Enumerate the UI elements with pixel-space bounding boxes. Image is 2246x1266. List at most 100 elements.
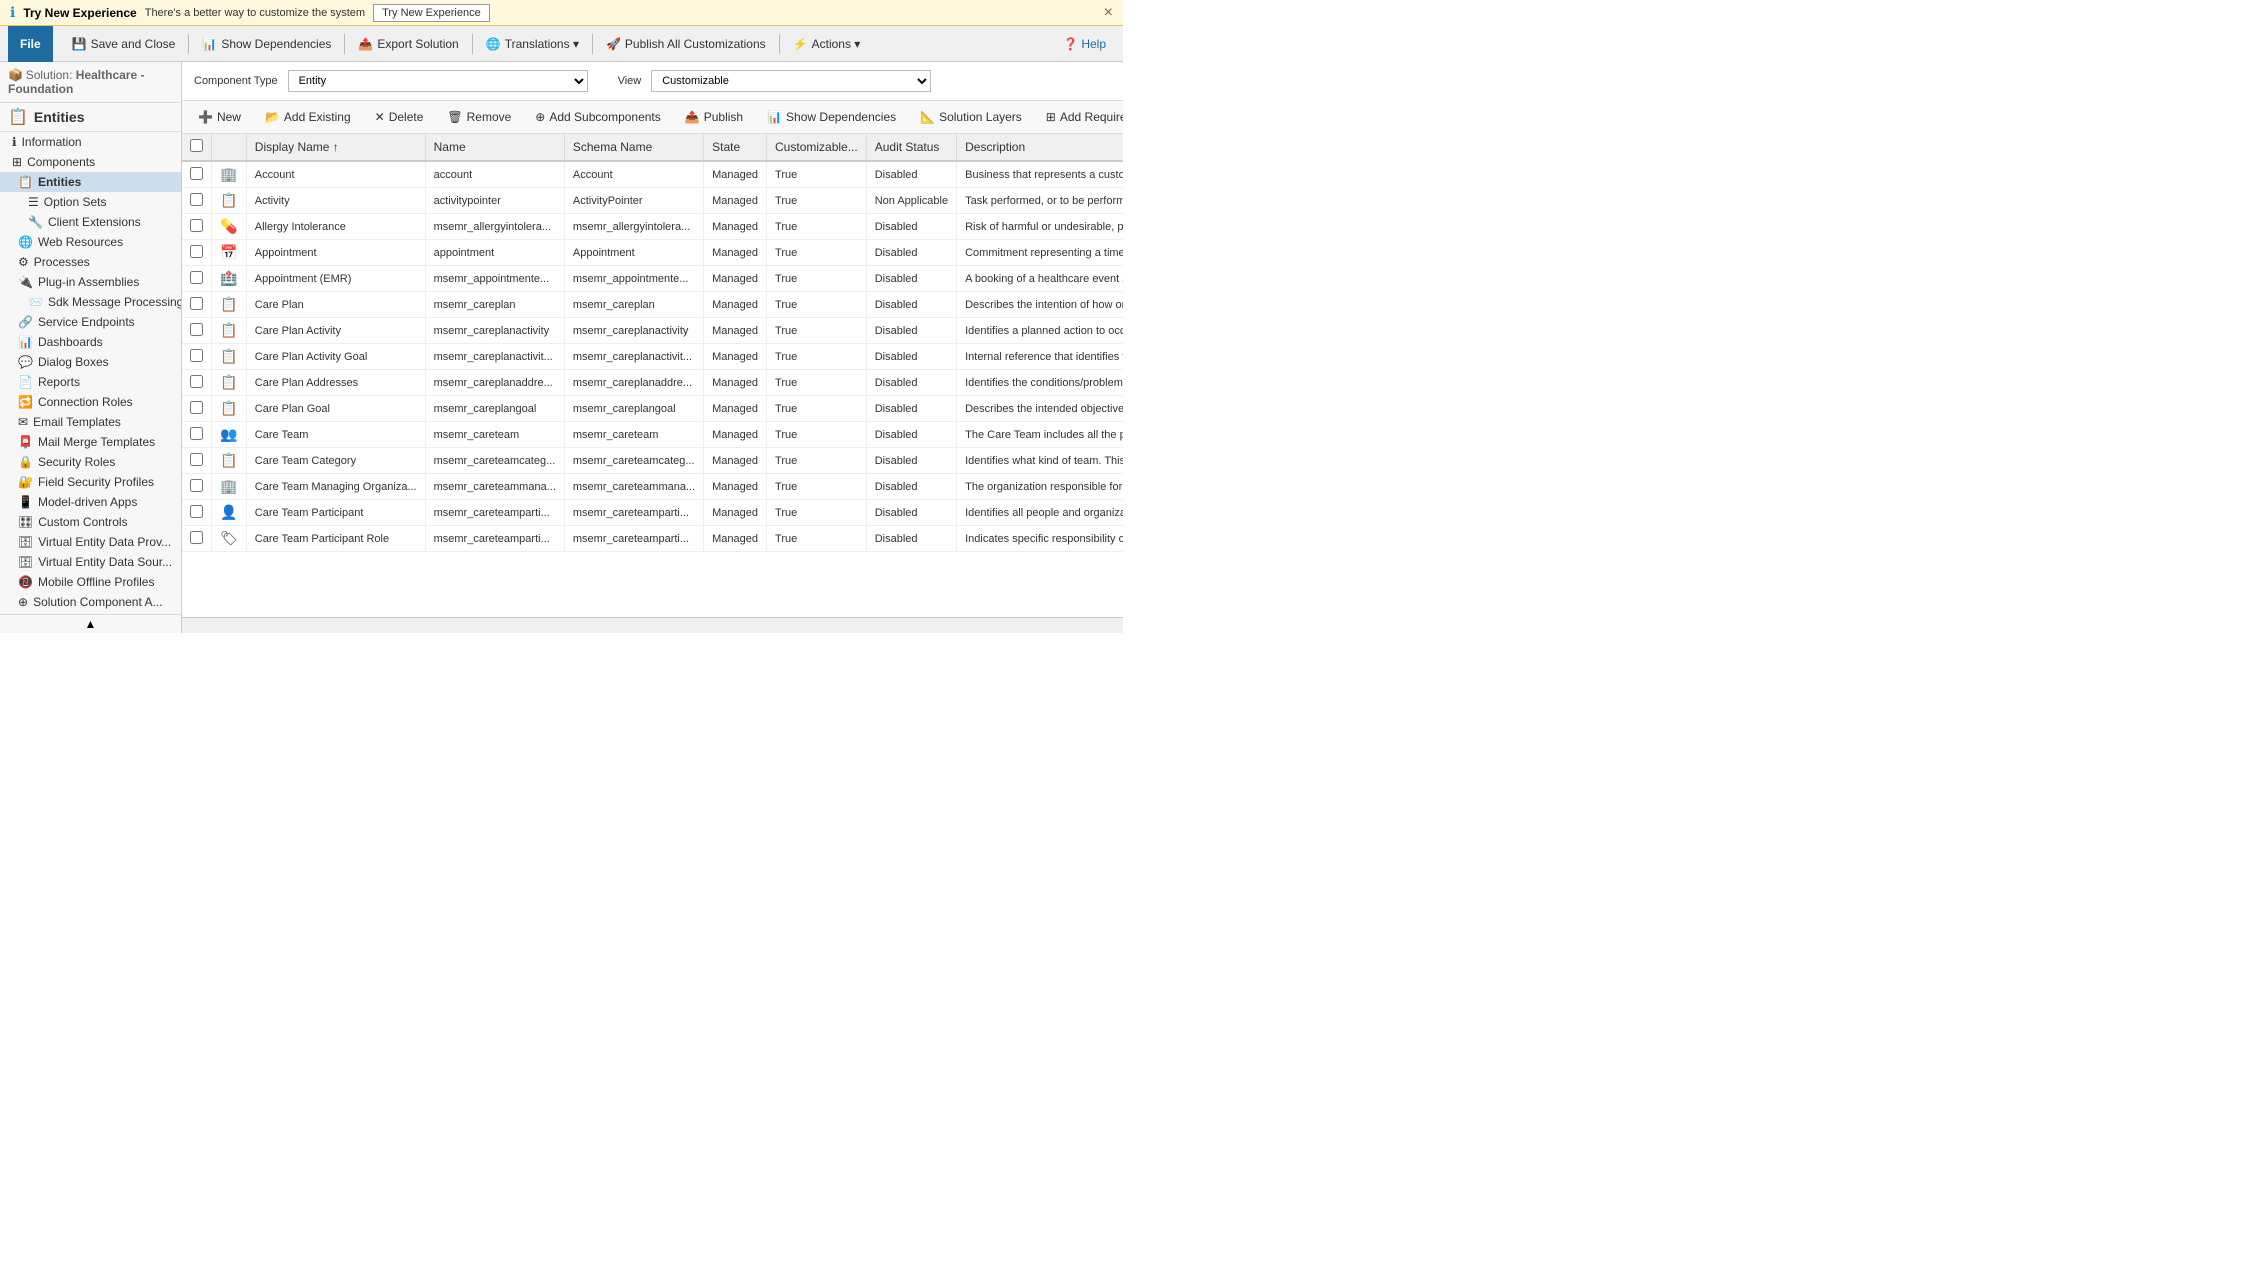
row-checkbox[interactable] (190, 323, 203, 336)
delete-button[interactable]: ✕ Delete (367, 106, 432, 128)
description-header[interactable]: Description ↻ (957, 134, 1123, 161)
sidebar-item-connectionroles[interactable]: 🔁Connection Roles (0, 392, 181, 412)
show-dep-button[interactable]: 📊 Show Dependencies (759, 106, 904, 128)
sidebar-item-webresources[interactable]: 🌐Web Resources (0, 232, 181, 252)
row-checkbox-cell[interactable] (182, 318, 212, 344)
table-row[interactable]: 📋 Care Plan Addresses msemr_careplanaddr… (182, 370, 1123, 396)
row-checkbox[interactable] (190, 479, 203, 492)
row-checkbox[interactable] (190, 427, 203, 440)
table-row[interactable]: 👥 Care Team msemr_careteam msemr_caretea… (182, 422, 1123, 448)
row-checkbox-cell[interactable] (182, 500, 212, 526)
sidebar-item-dialogboxes[interactable]: 💬Dialog Boxes (0, 352, 181, 372)
sidebar-item-customcontrols[interactable]: 🎛Custom Controls (0, 512, 181, 532)
remove-button[interactable]: 🗑 Remove (439, 106, 519, 128)
solution-layers-button[interactable]: 📐 Solution Layers (912, 106, 1030, 128)
horizontal-scrollbar[interactable] (182, 617, 1123, 633)
sidebar-item-components[interactable]: ⊞Components (0, 152, 181, 172)
row-checkbox-cell[interactable] (182, 188, 212, 214)
sidebar-item-optionsets[interactable]: ☰Option Sets (0, 192, 181, 212)
table-row[interactable]: 🏥 Appointment (EMR) msemr_appointmente..… (182, 266, 1123, 292)
publish-all-button[interactable]: 🚀 Publish All Customizations (599, 33, 773, 55)
sidebar-item-dashboards[interactable]: 📊Dashboards (0, 332, 181, 352)
table-row[interactable]: 🏢 Account account Account Managed True D… (182, 161, 1123, 188)
save-close-button[interactable]: 💾 Save and Close (65, 33, 183, 55)
row-checkbox[interactable] (190, 271, 203, 284)
banner-close-icon[interactable]: × (1104, 4, 1113, 22)
row-checkbox[interactable] (190, 401, 203, 414)
table-row[interactable]: 📋 Care Plan Activity msemr_careplanactiv… (182, 318, 1123, 344)
sidebar-scroll-up[interactable]: ▲ (0, 614, 181, 633)
row-checkbox[interactable] (190, 219, 203, 232)
display-name-header[interactable]: Display Name ↑ (246, 134, 425, 161)
sidebar-item-virtualentitydatapro[interactable]: 🗄Virtual Entity Data Prov... (0, 532, 181, 552)
sidebar-item-plug-inassemblies[interactable]: 🔌Plug-in Assemblies (0, 272, 181, 292)
state-header[interactable]: State (704, 134, 767, 161)
name-header[interactable]: Name (425, 134, 564, 161)
row-checkbox[interactable] (190, 505, 203, 518)
sidebar-item-sdkmessageprocessing[interactable]: 📨Sdk Message Processing... (0, 292, 181, 312)
table-row[interactable]: 🏢 Care Team Managing Organiza... msemr_c… (182, 474, 1123, 500)
sidebar-item-emailtemplates[interactable]: ✉Email Templates (0, 412, 181, 432)
sidebar-item-mailmergetemplates[interactable]: 📮Mail Merge Templates (0, 432, 181, 452)
publish-button[interactable]: 📤 Publish (677, 106, 751, 128)
row-checkbox[interactable] (190, 531, 203, 544)
sidebar-item-fieldsecurityprofile[interactable]: 🔐Field Security Profiles (0, 472, 181, 492)
row-checkbox-cell[interactable] (182, 370, 212, 396)
row-checkbox-cell[interactable] (182, 214, 212, 240)
component-type-select[interactable]: Entity (288, 70, 588, 92)
sidebar-item-model-drivenapps[interactable]: 📱Model-driven Apps (0, 492, 181, 512)
table-row[interactable]: 📋 Care Plan msemr_careplan msemr_carepla… (182, 292, 1123, 318)
row-checkbox-cell[interactable] (182, 448, 212, 474)
row-checkbox[interactable] (190, 375, 203, 388)
sidebar-item-clientextensions[interactable]: 🔧Client Extensions (0, 212, 181, 232)
table-row[interactable]: 📋 Activity activitypointer ActivityPoint… (182, 188, 1123, 214)
entities-table-container[interactable]: Display Name ↑ Name Schema Name State Cu… (182, 134, 1123, 617)
row-checkbox[interactable] (190, 167, 203, 180)
sidebar-item-entities[interactable]: 📋Entities (0, 172, 181, 192)
file-button[interactable]: File (8, 26, 53, 62)
table-row[interactable]: 💊 Allergy Intolerance msemr_allergyintol… (182, 214, 1123, 240)
table-row[interactable]: 📋 Care Team Category msemr_careteamcateg… (182, 448, 1123, 474)
row-checkbox-cell[interactable] (182, 396, 212, 422)
row-checkbox-cell[interactable] (182, 266, 212, 292)
sidebar-item-mobileofflineprofile[interactable]: 📵Mobile Offline Profiles (0, 572, 181, 592)
show-dependencies-button[interactable]: 📊 Show Dependencies (195, 33, 338, 55)
sidebar-item-reports[interactable]: 📄Reports (0, 372, 181, 392)
select-all-checkbox[interactable] (190, 139, 203, 152)
row-checkbox[interactable] (190, 193, 203, 206)
row-checkbox[interactable] (190, 453, 203, 466)
sidebar-item-virtualentitydatasou[interactable]: 🗄Virtual Entity Data Sour... (0, 552, 181, 572)
sidebar-item-solutioncomponenta..[interactable]: ⊕Solution Component A... (0, 592, 181, 612)
schema-name-header[interactable]: Schema Name (564, 134, 703, 161)
sidebar-item-securityroles[interactable]: 🔒Security Roles (0, 452, 181, 472)
table-row[interactable]: 🏷 Care Team Participant Role msemr_caret… (182, 526, 1123, 552)
row-checkbox-cell[interactable] (182, 161, 212, 188)
row-checkbox[interactable] (190, 245, 203, 258)
table-row[interactable]: 📋 Care Plan Activity Goal msemr_careplan… (182, 344, 1123, 370)
export-solution-button[interactable]: 📤 Export Solution (351, 33, 465, 55)
sidebar-item-serviceendpoints[interactable]: 🔗Service Endpoints (0, 312, 181, 332)
customizable-header[interactable]: Customizable... (767, 134, 867, 161)
sidebar-item-processes[interactable]: ⚙Processes (0, 252, 181, 272)
select-all-checkbox-header[interactable] (182, 134, 212, 161)
row-checkbox-cell[interactable] (182, 292, 212, 318)
actions-button[interactable]: ⚡ Actions ▾ (786, 33, 868, 55)
add-existing-button[interactable]: 📂 Add Existing (257, 106, 359, 128)
row-checkbox-cell[interactable] (182, 422, 212, 448)
try-new-experience-button[interactable]: Try New Experience (373, 4, 490, 22)
row-checkbox-cell[interactable] (182, 474, 212, 500)
new-button[interactable]: ➕ New (190, 106, 249, 128)
row-checkbox-cell[interactable] (182, 526, 212, 552)
table-row[interactable]: 📋 Care Plan Goal msemr_careplangoal msem… (182, 396, 1123, 422)
row-checkbox[interactable] (190, 297, 203, 310)
table-row[interactable]: 👤 Care Team Participant msemr_careteampa… (182, 500, 1123, 526)
add-required-button[interactable]: ⊞ Add Required Components (1038, 106, 1123, 128)
help-button[interactable]: ❓ Help (1054, 33, 1115, 55)
row-checkbox-cell[interactable] (182, 240, 212, 266)
translations-button[interactable]: 🌐 Translations ▾ (479, 33, 586, 55)
add-subcomponents-button[interactable]: ⊕ Add Subcomponents (527, 106, 668, 128)
row-checkbox-cell[interactable] (182, 344, 212, 370)
row-checkbox[interactable] (190, 349, 203, 362)
sidebar-item-information[interactable]: ℹInformation (0, 132, 181, 152)
table-row[interactable]: 📅 Appointment appointment Appointment Ma… (182, 240, 1123, 266)
